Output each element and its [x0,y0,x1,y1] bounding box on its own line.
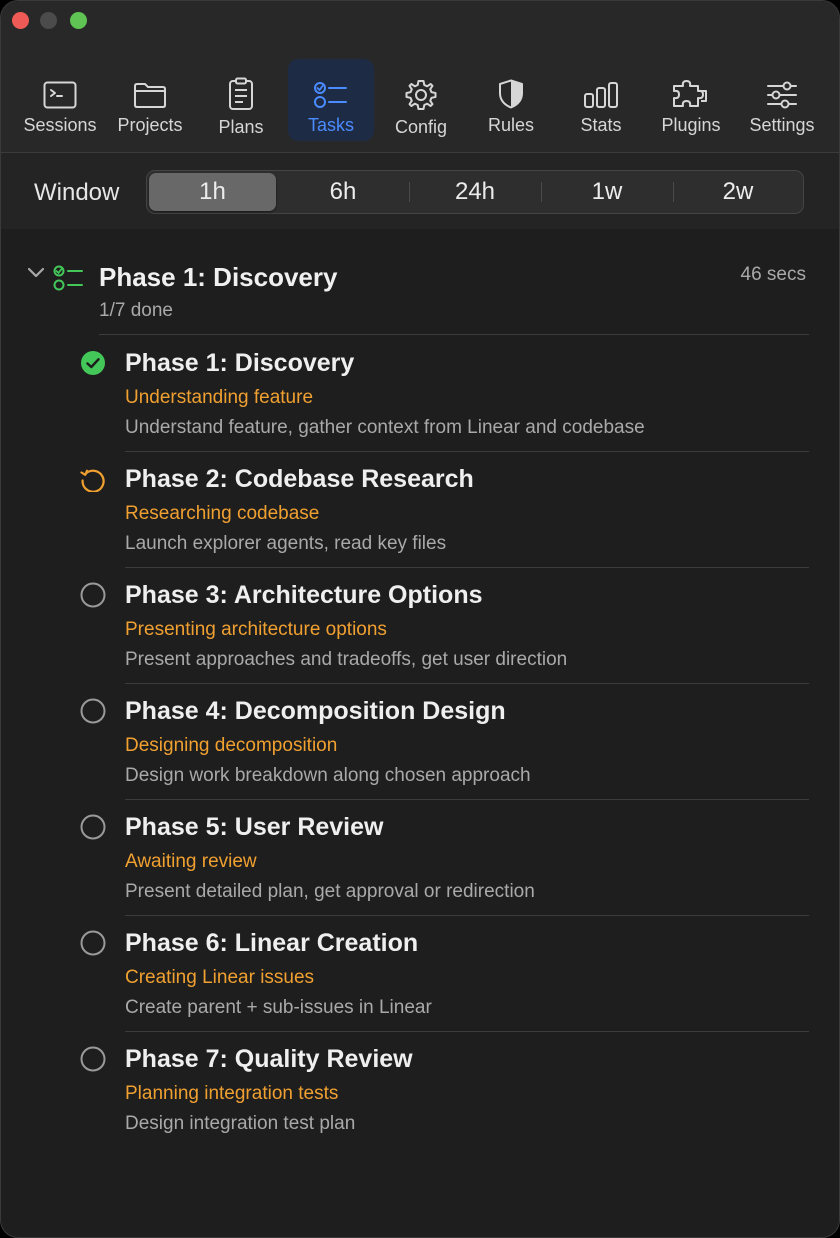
task-description: Design integration test plan [125,1113,356,1134]
task-description: Launch explorer agents, read key files [125,533,447,554]
group-title: Phase 1: Discovery [99,262,338,292]
toolbar-plugins-label: Plugins [661,115,721,135]
toolbar-rules[interactable]: Rules [471,59,551,141]
pending-circle-icon [80,1046,106,1072]
shield-icon [498,69,524,109]
toolbar-stats[interactable]: Stats [561,59,641,141]
task-activity: Designing decomposition [125,735,338,756]
segment-divider [673,182,674,202]
task-title: Phase 2: Codebase Research [125,465,474,493]
completed-check-icon [80,350,106,376]
pending-circle-icon [80,698,106,724]
chevron-down-icon[interactable] [27,266,45,285]
toolbar-config-label: Config [394,117,448,137]
task-row[interactable]: Phase 4: Decomposition Design Designing … [1,684,839,800]
zoom-window-button[interactable] [70,12,87,29]
task-title: Phase 7: Quality Review [125,1045,413,1073]
close-window-button[interactable] [12,12,29,29]
task-title: Phase 1: Discovery [125,349,355,377]
app-window: Sessions Projects Plans Tasks Config Rul… [0,0,840,1238]
pending-circle-icon [80,582,106,608]
window-option-2w[interactable]: 2w [675,173,801,211]
bar-chart-icon [583,69,619,109]
toolbar-projects[interactable]: Projects [109,59,191,141]
toolbar-tasks[interactable]: Tasks [288,59,374,141]
toolbar-tasks-label: Tasks [307,115,354,135]
task-activity: Planning integration tests [125,1083,339,1104]
folder-icon [133,69,167,109]
window-option-24h[interactable]: 24h [411,173,539,211]
time-window-bar: Window 1h 6h 24h 1w 2w [1,153,839,229]
toolbar-rules-label: Rules [487,115,535,135]
task-description: Present approaches and tradeoffs, get us… [125,649,568,670]
task-title: Phase 6: Linear Creation [125,929,419,957]
toolbar-settings-label: Settings [749,115,815,135]
group-progress: 1/7 done [99,300,173,321]
pending-circle-icon [80,814,106,840]
segment-divider [541,182,542,202]
clipboard-icon [228,71,254,111]
minimize-window-button[interactable] [40,12,57,29]
task-title: Phase 4: Decomposition Design [125,697,506,725]
checklist-icon [314,69,348,109]
checklist-icon [52,264,84,297]
title-toolbar-area: Sessions Projects Plans Tasks Config Rul… [1,1,839,153]
toolbar-settings[interactable]: Settings [743,59,821,141]
task-group-header[interactable]: Phase 1: Discovery 1/7 done 46 secs [1,257,839,333]
toolbar-sessions[interactable]: Sessions [19,59,101,141]
task-title: Phase 3: Architecture Options [125,581,483,609]
toolbar-plugins[interactable]: Plugins [651,59,731,141]
puzzle-icon [671,69,711,109]
sliders-icon [766,69,798,109]
toolbar-projects-label: Projects [117,115,183,135]
task-row[interactable]: Phase 2: Codebase Research Researching c… [1,452,839,568]
task-row[interactable]: Phase 3: Architecture Options Presenting… [1,568,839,684]
gear-icon [405,71,437,111]
toolbar-stats-label: Stats [580,115,622,135]
main-toolbar: Sessions Projects Plans Tasks Config Rul… [1,59,839,143]
toolbar-plans[interactable]: Plans [201,59,281,141]
segment-divider [409,182,410,202]
window-option-6h[interactable]: 6h [279,173,407,211]
task-activity: Researching codebase [125,503,320,524]
task-title: Phase 5: User Review [125,813,384,841]
window-option-1w[interactable]: 1w [543,173,671,211]
task-row[interactable]: Phase 1: Discovery Understanding feature… [1,336,839,452]
task-row[interactable]: Phase 6: Linear Creation Creating Linear… [1,916,839,1032]
task-description: Design work breakdown along chosen appro… [125,765,531,786]
toolbar-sessions-label: Sessions [23,115,97,135]
group-elapsed-time: 46 secs [740,264,806,285]
toolbar-plans-label: Plans [218,117,264,137]
task-description: Present detailed plan, get approval or r… [125,881,535,902]
divider [99,334,809,335]
window-label: Window [34,179,120,206]
window-option-1h[interactable]: 1h [149,173,276,211]
toolbar-config[interactable]: Config [381,59,461,141]
time-window-segmented-control: 1h 6h 24h 1w 2w [146,170,804,214]
task-activity: Understanding feature [125,387,314,408]
terminal-icon [43,69,77,109]
task-description: Understand feature, gather context from … [125,417,645,438]
task-activity: Creating Linear issues [125,967,315,988]
task-row[interactable]: Phase 5: User Review Awaiting review Pre… [1,800,839,916]
task-description: Create parent + sub-issues in Linear [125,997,432,1018]
task-activity: Presenting architecture options [125,619,387,640]
pending-circle-icon [80,930,106,956]
task-row[interactable]: Phase 7: Quality Review Planning integra… [1,1032,839,1148]
in-progress-icon [80,466,106,493]
task-activity: Awaiting review [125,851,257,872]
